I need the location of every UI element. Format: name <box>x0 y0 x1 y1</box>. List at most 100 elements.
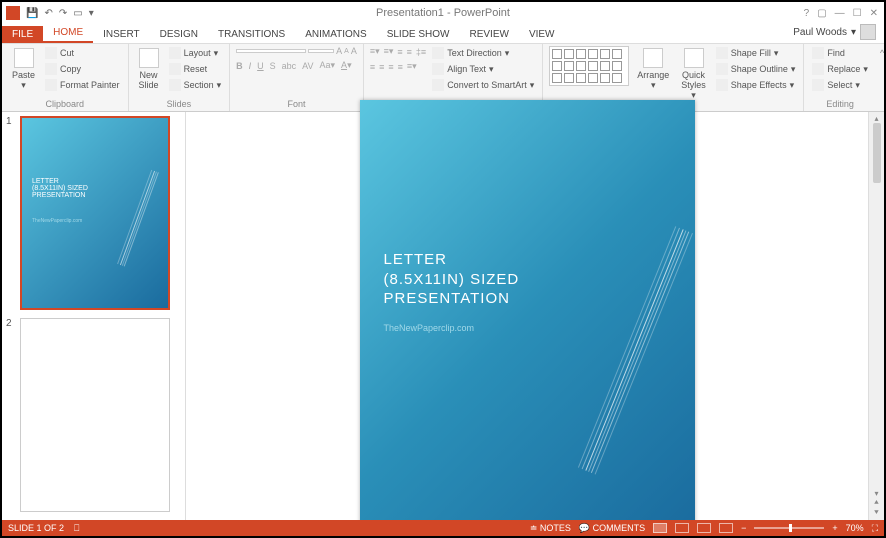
shadow-button[interactable]: abc <box>282 61 297 71</box>
cut-button[interactable]: Cut <box>43 46 122 60</box>
ribbon-display-icon[interactable]: ▢ <box>817 8 826 19</box>
font-color-button[interactable]: Aa▾ <box>320 60 336 71</box>
slide-editor[interactable]: LETTER (8.5X11IN) SIZED PRESENTATION The… <box>186 112 868 520</box>
copy-button[interactable]: Copy <box>43 62 122 76</box>
increase-indent-button[interactable]: ≡ <box>407 47 412 57</box>
align-text-button[interactable]: Align Text▾ <box>430 62 536 76</box>
convert-smartart-button[interactable]: Convert to SmartArt▾ <box>430 78 536 92</box>
minimize-icon[interactable]: — <box>835 8 845 19</box>
paste-icon <box>14 48 34 68</box>
maximize-icon[interactable]: ☐ <box>853 8 862 19</box>
thumbnail-1[interactable]: 1 LETTER (8.5X11IN) SIZED PRESENTATION T… <box>6 116 181 310</box>
paste-label: Paste <box>12 70 35 80</box>
bold-button[interactable]: B <box>236 61 243 71</box>
thumbnail-panel: 1 LETTER (8.5X11IN) SIZED PRESENTATION T… <box>2 112 186 520</box>
line-spacing-button[interactable]: ‡≡ <box>416 47 426 57</box>
save-icon[interactable]: 💾 <box>26 8 38 19</box>
thumbnail-2[interactable]: 2 <box>6 318 181 512</box>
next-slide-icon[interactable]: ⯆ <box>873 508 879 518</box>
tab-home[interactable]: HOME <box>43 24 93 43</box>
align-right-button[interactable]: ≡ <box>388 62 393 72</box>
slide-subtitle[interactable]: TheNewPaperclip.com <box>384 323 475 333</box>
tab-insert[interactable]: INSERT <box>93 26 150 43</box>
align-center-button[interactable]: ≡ <box>379 62 384 72</box>
select-button[interactable]: Select▾ <box>810 78 870 92</box>
char-spacing-button[interactable]: AV <box>302 61 313 71</box>
spell-check-icon[interactable]: ⎕ <box>74 523 79 534</box>
quick-styles-button[interactable]: Quick Styles▾ <box>677 46 710 103</box>
decrease-indent-button[interactable]: ≡ <box>397 47 402 57</box>
group-editing: Find Replace▾ Select▾ Editing <box>804 44 876 111</box>
font-size-combo[interactable] <box>308 49 334 53</box>
layout-icon <box>169 47 181 59</box>
normal-view-button[interactable] <box>653 523 667 533</box>
fit-to-window-button[interactable]: ⛶ <box>872 523 878 534</box>
scissors-icon <box>45 47 57 59</box>
redo-icon[interactable]: ↷ <box>59 8 67 19</box>
align-left-button[interactable]: ≡ <box>370 62 375 72</box>
zoom-in-button[interactable]: + <box>832 523 837 533</box>
new-slide-button[interactable]: New Slide <box>135 46 163 92</box>
tab-review[interactable]: REVIEW <box>459 26 518 43</box>
group-label: Slides <box>135 99 224 109</box>
zoom-level[interactable]: 70% <box>846 523 864 533</box>
arrange-button[interactable]: Arrange▾ <box>633 46 673 93</box>
scroll-up-icon[interactable]: ▴ <box>874 114 878 123</box>
slide-sorter-button[interactable] <box>675 523 689 533</box>
zoom-slider[interactable] <box>754 527 824 529</box>
shape-effects-button[interactable]: Shape Effects▾ <box>714 78 798 92</box>
format-painter-button[interactable]: Format Painter <box>43 78 122 92</box>
group-label: Font <box>236 99 357 109</box>
notes-button[interactable]: ≐ NOTES <box>530 523 571 534</box>
undo-icon[interactable]: ↶ <box>44 8 52 19</box>
numbering-button[interactable]: ≡▾ <box>384 46 394 57</box>
help-icon[interactable]: ? <box>804 8 810 19</box>
comments-button[interactable]: 💬 COMMENTS <box>579 523 645 534</box>
shapes-gallery[interactable] <box>549 46 629 86</box>
vertical-scrollbar[interactable]: ▴ ▾ ⯅ ⯆ <box>868 112 884 520</box>
tab-transitions[interactable]: TRANSITIONS <box>208 26 295 43</box>
shape-outline-button[interactable]: Shape Outline▾ <box>714 62 798 76</box>
user-account[interactable]: Paul Woods ▾ <box>785 21 884 43</box>
reset-button[interactable]: Reset <box>167 62 224 76</box>
qat-dropdown-icon[interactable]: ▾ <box>89 8 94 19</box>
current-slide[interactable]: LETTER (8.5X11IN) SIZED PRESENTATION The… <box>360 100 695 532</box>
section-button[interactable]: Section▾ <box>167 78 224 92</box>
font-family-combo[interactable] <box>236 49 306 53</box>
brush-icon <box>45 79 57 91</box>
highlight-button[interactable]: A▾ <box>341 60 352 71</box>
scroll-thumb[interactable] <box>873 123 881 183</box>
close-icon[interactable]: ✕ <box>870 8 878 19</box>
effects-icon <box>716 79 728 91</box>
clear-formatting-icon[interactable]: A <box>351 46 357 56</box>
new-slide-label: New Slide <box>139 70 159 90</box>
tab-view[interactable]: VIEW <box>519 26 565 43</box>
strikethrough-button[interactable]: S <box>270 61 276 71</box>
replace-button[interactable]: Replace▾ <box>810 62 870 76</box>
justify-button[interactable]: ≡ <box>398 62 403 72</box>
underline-button[interactable]: U <box>257 61 264 71</box>
slide-counter[interactable]: SLIDE 1 OF 2 <box>8 523 64 534</box>
layout-button[interactable]: Layout▾ <box>167 46 224 60</box>
text-direction-button[interactable]: Text Direction▾ <box>430 46 536 60</box>
reading-view-button[interactable] <box>697 523 711 533</box>
grow-font-icon[interactable]: A <box>336 46 342 56</box>
tab-file[interactable]: FILE <box>2 26 43 43</box>
columns-button[interactable]: ≡▾ <box>407 61 417 72</box>
scroll-down-icon[interactable]: ▾ <box>874 489 878 498</box>
tab-slideshow[interactable]: SLIDE SHOW <box>377 26 460 43</box>
slide-title[interactable]: LETTER (8.5X11IN) SIZED PRESENTATION <box>384 250 520 309</box>
italic-button[interactable]: I <box>249 61 252 71</box>
slideshow-view-button[interactable] <box>719 523 733 533</box>
collapse-ribbon-icon[interactable]: ^ <box>876 44 886 111</box>
prev-slide-icon[interactable]: ⯅ <box>873 498 879 508</box>
bullets-button[interactable]: ≡▾ <box>370 46 380 57</box>
shrink-font-icon[interactable]: A <box>344 48 349 55</box>
paste-button[interactable]: Paste ▾ <box>8 46 39 93</box>
tab-design[interactable]: DESIGN <box>150 26 208 43</box>
find-button[interactable]: Find <box>810 46 870 60</box>
zoom-out-button[interactable]: − <box>741 523 746 533</box>
shape-fill-button[interactable]: Shape Fill▾ <box>714 46 798 60</box>
tab-animations[interactable]: ANIMATIONS <box>295 26 376 43</box>
start-from-beginning-icon[interactable]: ▭ <box>73 8 82 19</box>
